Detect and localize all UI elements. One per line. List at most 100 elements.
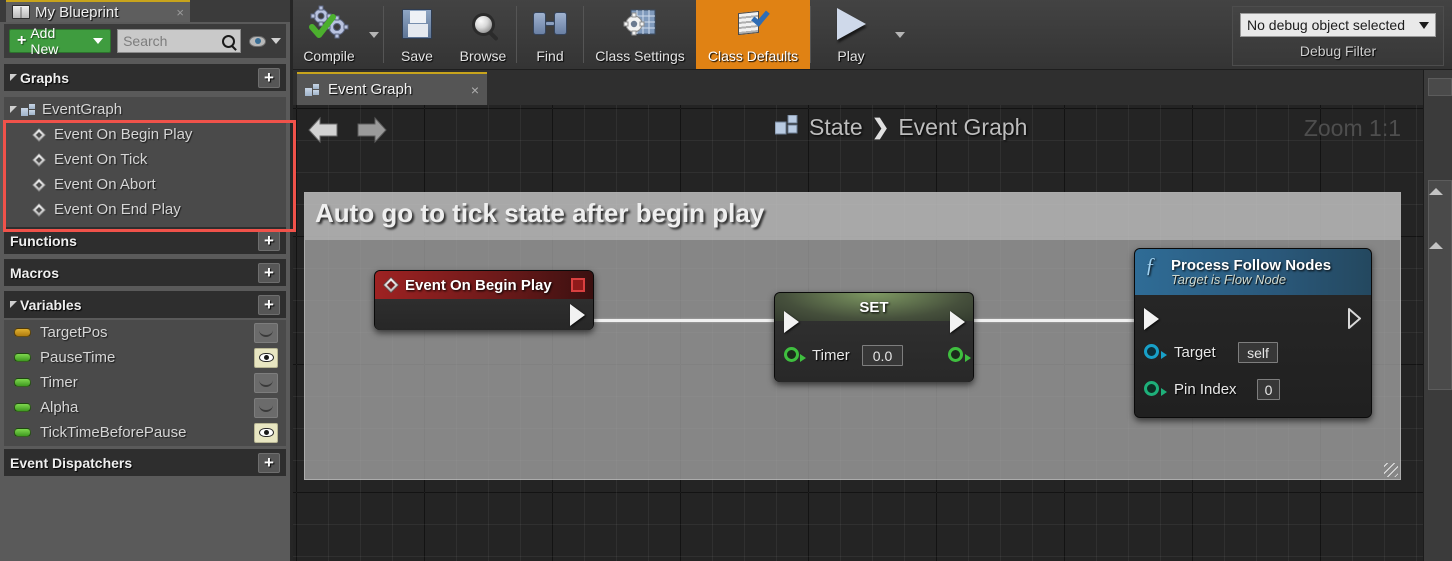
expand-triangle-icon[interactable] [1429, 242, 1443, 249]
variable-row-timer[interactable]: Timer [4, 370, 286, 395]
book-icon [12, 5, 30, 19]
toolbar-button-browse[interactable]: Browse [450, 0, 516, 69]
variable-visibility-toggle[interactable] [254, 322, 278, 343]
chevron-down-icon [271, 38, 281, 44]
toolbar-label: Play [837, 48, 865, 64]
exec-out-pin[interactable] [1348, 308, 1361, 329]
variable-visibility-toggle[interactable] [254, 347, 278, 368]
node-event-on-begin-play[interactable]: Event On Begin Play [374, 270, 594, 330]
node-process-follow-nodes[interactable]: ƒ Process Follow Nodes Target is Flow No… [1134, 248, 1372, 418]
variable-row-ticktimebeforepause[interactable]: TickTimeBeforePause [4, 420, 286, 445]
tree-item-eventgraph[interactable]: EventGraph [4, 97, 286, 122]
exec-in-pin[interactable] [784, 311, 799, 333]
plus-icon: + [17, 32, 27, 49]
expand-triangle-icon[interactable] [1429, 188, 1443, 195]
expand-triangle-icon [10, 106, 17, 113]
variable-row-pausetime[interactable]: PauseTime [4, 345, 286, 370]
variable-visibility-toggle[interactable] [254, 422, 278, 443]
add-function-button[interactable]: + [258, 230, 280, 251]
play-dropdown-chevron-icon[interactable] [895, 31, 905, 38]
tree-item-event-on-end-play[interactable]: Event On End Play [4, 197, 286, 222]
variable-visibility-toggle[interactable] [254, 372, 278, 393]
exec-out-pin[interactable] [570, 304, 585, 326]
variable-row-alpha[interactable]: Alpha [4, 395, 286, 420]
node-subtitle: Target is Flow Node [1171, 272, 1287, 287]
debug-filter-group: No debug object selected Debug Filter [1232, 6, 1444, 66]
timer-value-field[interactable]: 0.0 [862, 345, 903, 366]
toolbar-button-save[interactable]: Save [384, 0, 450, 69]
tab-my-blueprint[interactable]: My Blueprint × [6, 0, 190, 22]
variable-name: PauseTime [40, 349, 116, 366]
exec-in-pin[interactable] [1144, 308, 1159, 330]
toolbar-label: Class Defaults [707, 48, 799, 64]
breadcrumb-current[interactable]: Event Graph [898, 114, 1027, 141]
graph-icon [21, 103, 36, 116]
add-macro-button[interactable]: + [258, 262, 280, 283]
variable-pin-icon [14, 328, 31, 337]
visibility-filter-button[interactable] [249, 35, 281, 47]
node-header[interactable]: ƒ Process Follow Nodes Target is Flow No… [1135, 249, 1371, 295]
node-body [375, 299, 593, 330]
add-graph-button[interactable]: + [258, 67, 280, 88]
debug-object-select[interactable]: No debug object selected [1240, 13, 1436, 37]
toolbar-button-find[interactable]: Find [517, 0, 583, 69]
details-panel-sliver[interactable] [1423, 70, 1452, 561]
toolbar-button-compile[interactable]: Compile [293, 0, 365, 69]
details-panel-section[interactable] [1428, 180, 1452, 390]
variable-row-targetpos[interactable]: TargetPos [4, 320, 286, 345]
tab-event-graph-label: Event Graph [328, 81, 413, 98]
variable-visibility-toggle[interactable] [254, 397, 278, 418]
section-header-graphs[interactable]: Graphs + [4, 64, 286, 91]
section-header-event-dispatchers[interactable]: Event Dispatchers + [4, 449, 286, 476]
section-header-macros[interactable]: Macros + [4, 259, 286, 286]
node-header[interactable]: SET [775, 293, 973, 321]
exec-out-pin[interactable] [950, 311, 965, 333]
pin-index-input-pin[interactable] [1144, 381, 1167, 396]
event-graph-canvas[interactable]: State ❯ Event Graph Zoom 1:1 Auto go to … [293, 105, 1423, 561]
node-title: Event On Begin Play [405, 276, 552, 294]
add-new-button[interactable]: + Add New [9, 25, 112, 57]
details-panel-field[interactable] [1428, 78, 1452, 96]
toolbar-label: Save [401, 48, 433, 64]
exec-out-triangle-icon [1348, 308, 1361, 329]
node-header[interactable]: Event On Begin Play [375, 271, 593, 299]
compile-dropdown-chevron-icon[interactable] [369, 31, 379, 38]
red-square-icon [571, 278, 585, 292]
my-blueprint-panel: My Blueprint × + Add New Search Graphs +… [0, 0, 296, 561]
timer-input-pin[interactable] [784, 347, 806, 362]
section-header-functions[interactable]: Functions + [4, 227, 286, 254]
toolbar-button-play[interactable]: Play [811, 0, 891, 69]
variable-pin-icon [14, 353, 31, 362]
resize-grip-icon[interactable] [1384, 463, 1398, 477]
nav-forward-button[interactable] [355, 115, 389, 145]
toolbar-button-class-defaults[interactable]: Class Defaults [696, 0, 810, 69]
expand-triangle-icon [10, 301, 17, 308]
node-set-timer[interactable]: SET Timer 0.0 [774, 292, 974, 382]
zoom-level-label: Zoom 1:1 [1303, 115, 1401, 141]
add-event-dispatcher-button[interactable]: + [258, 452, 280, 473]
target-input-pin[interactable] [1144, 344, 1167, 359]
close-icon[interactable]: × [172, 5, 184, 20]
search-input[interactable]: Search [117, 29, 241, 53]
eye-open-icon [258, 428, 274, 437]
timer-output-pin[interactable] [948, 347, 971, 362]
nav-back-button[interactable] [306, 115, 340, 145]
close-icon[interactable]: × [471, 82, 479, 98]
tree-item-event-on-begin-play[interactable]: Event On Begin Play [4, 122, 286, 147]
variable-name: Alpha [40, 399, 79, 416]
graph-tabstrip: Event Graph × [293, 70, 1452, 105]
tab-event-graph[interactable]: Event Graph × [297, 72, 487, 105]
section-header-variables[interactable]: Variables + [4, 291, 286, 318]
section-graphs-label: Graphs [20, 69, 70, 86]
toolbar-button-class-settings[interactable]: Class Settings [584, 0, 696, 69]
node-body: Timer 0.0 [775, 311, 973, 382]
blueprint-editor-window: My Blueprint × + Add New Search Graphs +… [0, 0, 1452, 561]
tree-item-event-on-abort[interactable]: Event On Abort [4, 172, 286, 197]
breadcrumb-root[interactable]: State [809, 114, 863, 141]
target-value-field[interactable]: self [1238, 342, 1278, 363]
eye-open-icon [258, 353, 274, 362]
pin-index-value-field[interactable]: 0 [1257, 379, 1280, 400]
add-variable-button[interactable]: + [258, 294, 280, 315]
tree-item-event-on-tick[interactable]: Event On Tick [4, 147, 286, 172]
event-diamond-icon [382, 276, 400, 294]
